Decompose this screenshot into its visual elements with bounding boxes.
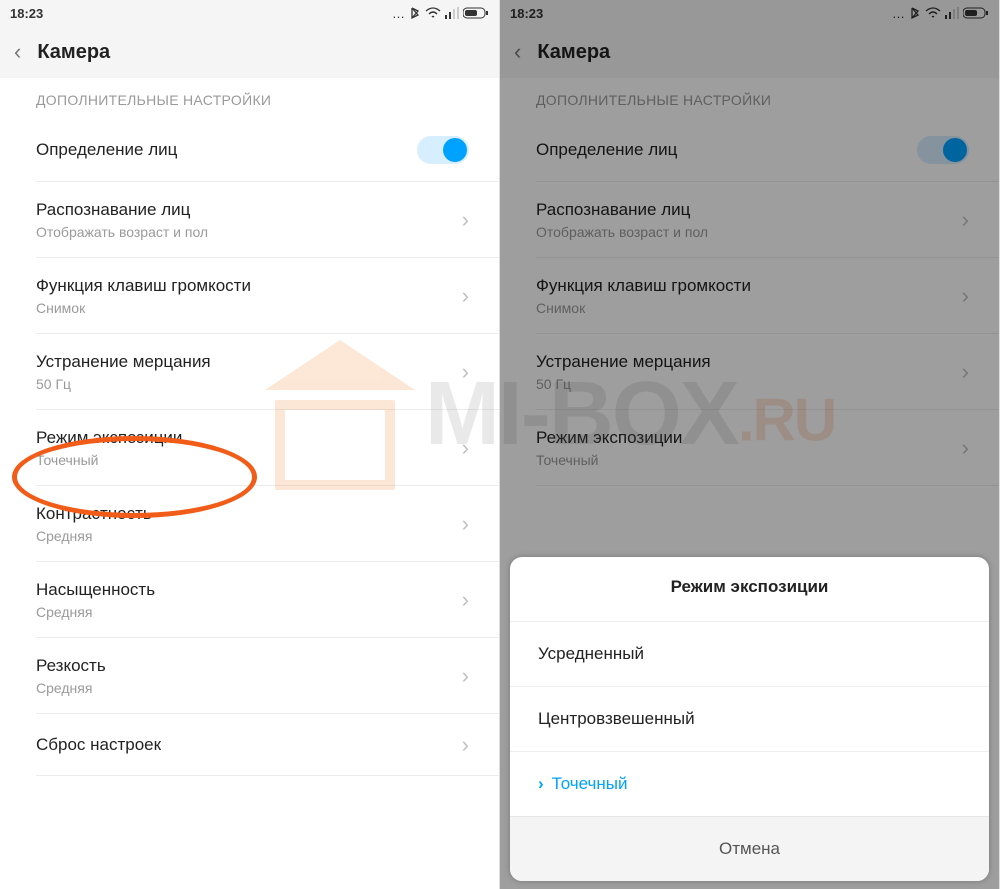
row-face-recog[interactable]: Распознавание лиц Отображать возраст и п…	[0, 182, 499, 258]
option-label: Усредненный	[538, 644, 644, 664]
row-sub: 50 Гц	[36, 376, 211, 392]
bluetooth-icon	[409, 6, 421, 20]
row-volume-keys[interactable]: Функция клавиш громкости Снимок ›	[0, 258, 499, 334]
chevron-right-icon: ›	[462, 435, 469, 461]
row-title: Устранение мерцания	[36, 352, 211, 372]
row-sub: Средняя	[36, 528, 152, 544]
row-sub: Точечный	[36, 452, 182, 468]
page-title: Камера	[37, 41, 110, 64]
row-saturation[interactable]: Насыщенность Средняя ›	[0, 562, 499, 638]
wifi-icon	[425, 7, 441, 19]
status-time: 18:23	[10, 6, 43, 21]
settings-list: Определение лиц Распознавание лиц Отобра…	[0, 118, 499, 776]
toggle-face-detect[interactable]	[417, 136, 469, 164]
row-face-detect[interactable]: Определение лиц	[0, 118, 499, 182]
row-sharpness[interactable]: Резкость Средняя ›	[0, 638, 499, 714]
row-title: Сброс настроек	[36, 735, 161, 755]
row-contrast[interactable]: Контрастность Средняя ›	[0, 486, 499, 562]
row-sub: Отображать возраст и пол	[36, 224, 208, 240]
sheet-option-averaged[interactable]: Усредненный	[510, 621, 989, 686]
row-title: Режим экспозиции	[36, 428, 182, 448]
sheet-option-spot[interactable]: › Точечный	[510, 751, 989, 816]
option-label: Точечный	[552, 774, 628, 794]
back-button[interactable]: ‹	[14, 41, 21, 63]
row-reset[interactable]: Сброс настроек ›	[0, 714, 499, 776]
right-screenshot: 18:23 … ‹ Камера ДОПОЛНИТЕЛЬНЫЕ НАСТРОЙК…	[500, 0, 1000, 889]
sheet-option-center[interactable]: Центровзвешенный	[510, 686, 989, 751]
row-exposure[interactable]: Режим экспозиции Точечный ›	[0, 410, 499, 486]
row-title: Контрастность	[36, 504, 152, 524]
selected-chevron-icon: ›	[538, 774, 544, 794]
row-title: Определение лиц	[36, 140, 177, 160]
row-title: Распознавание лиц	[36, 200, 208, 220]
status-bar: 18:23 …	[0, 0, 499, 26]
sheet-cancel-button[interactable]: Отмена	[510, 816, 989, 881]
chevron-right-icon: ›	[462, 207, 469, 233]
row-title: Резкость	[36, 656, 106, 676]
chevron-right-icon: ›	[462, 587, 469, 613]
signal-icon	[445, 7, 459, 19]
row-sub: Средняя	[36, 604, 155, 620]
exposure-sheet: Режим экспозиции Усредненный Центровзвеш…	[510, 557, 989, 881]
row-sub: Снимок	[36, 300, 251, 316]
header: ‹ Камера	[0, 26, 499, 78]
row-sub: Средняя	[36, 680, 106, 696]
more-icon: …	[392, 6, 405, 21]
sheet-title: Режим экспозиции	[510, 557, 989, 621]
section-header: ДОПОЛНИТЕЛЬНЫЕ НАСТРОЙКИ	[0, 78, 499, 118]
chevron-right-icon: ›	[462, 283, 469, 309]
row-antiflicker[interactable]: Устранение мерцания 50 Гц ›	[0, 334, 499, 410]
chevron-right-icon: ›	[462, 732, 469, 758]
left-screenshot: 18:23 … ‹ Камера ДОПОЛНИТЕЛЬНЫЕ НАСТРОЙК…	[0, 0, 500, 889]
chevron-right-icon: ›	[462, 663, 469, 689]
battery-icon	[463, 7, 489, 19]
chevron-right-icon: ›	[462, 359, 469, 385]
chevron-right-icon: ›	[462, 511, 469, 537]
row-title: Функция клавиш громкости	[36, 276, 251, 296]
row-title: Насыщенность	[36, 580, 155, 600]
option-label: Центровзвешенный	[538, 709, 695, 729]
